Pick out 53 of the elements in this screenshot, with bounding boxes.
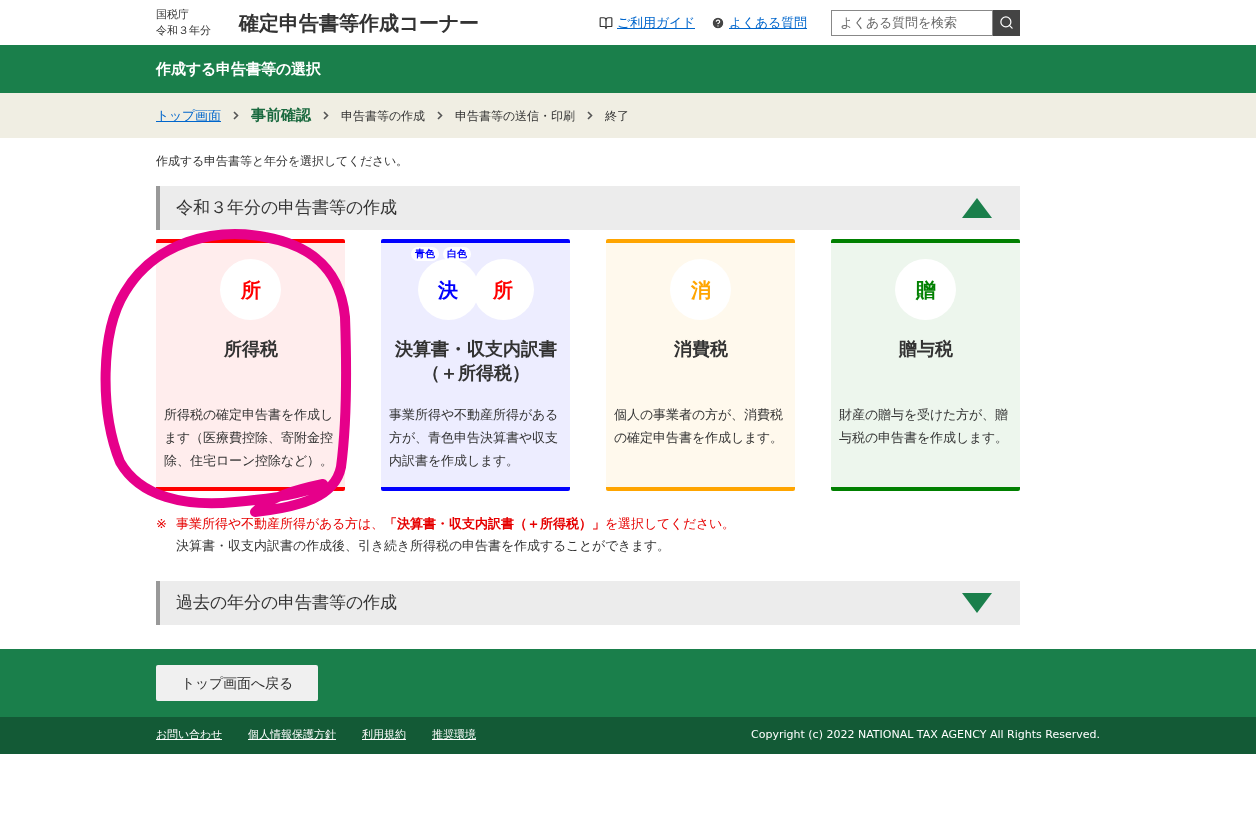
card-description: 財産の贈与を受けた方が、贈与税の申告書を作成します。 — [838, 406, 1009, 447]
site-title: 確定申告書等作成コーナー — [239, 9, 479, 37]
chevron-icon — [233, 111, 239, 120]
warning-text: 事業所得や不動産所得がある方は、「決算書・収支内訳書（＋所得税）」を選択してください。 — [176, 515, 735, 533]
back-button[interactable]: トップ画面へ戻る — [156, 665, 318, 701]
page-title: 作成する申告書等の選択 — [156, 58, 321, 80]
card-title: 贈与税 — [898, 337, 953, 361]
breadcrumb-step: 申告書等の作成 — [341, 106, 425, 125]
breadcrumb-step: 申告書等の送信・印刷 — [455, 106, 575, 125]
search-icon — [999, 15, 1014, 30]
breadcrumb-link[interactable]: トップ画面 — [156, 105, 221, 126]
card-description: 所得税の確定申告書を作成します（医療費控除、寄附金控除、住宅ローン控除など）。 — [163, 406, 334, 470]
card-title: 決算書・収支内訳書（＋所得税） — [393, 337, 558, 385]
chevron-icon — [323, 111, 329, 120]
chevron-icon — [587, 111, 593, 120]
section-title: 令和３年分の申告書等の作成 — [176, 196, 397, 220]
copyright-text: Copyright (c) 2022 NATIONAL TAX AGENCY All Rights Reserved. — [751, 727, 1100, 744]
year-label: 令和３年分 — [156, 22, 211, 39]
section-header[interactable]: 過去の年分の申告書等の作成 — [156, 581, 1020, 625]
tax-card[interactable]: 所 所得税 所得税の確定申告書を作成します（医療費控除、寄附金控除、住宅ローン控除など）。 — [156, 239, 345, 491]
header-link[interactable]: よくある質問 — [729, 12, 807, 33]
agency-name: 国税庁 — [156, 6, 190, 23]
expand-triangle-icon — [962, 593, 992, 613]
header-link[interactable]: ご利用ガイド — [617, 12, 695, 33]
section-title: 過去の年分の申告書等の作成 — [176, 591, 397, 615]
card-description: 個人の事業者の方が、消費税の確定申告書を作成します。 — [613, 406, 784, 447]
intro-text: 作成する申告書等と年分を選択してください。 — [156, 153, 409, 170]
breadcrumb-current: 事前確認 — [251, 105, 311, 127]
search-button[interactable] — [993, 9, 1020, 36]
card-description: 事業所得や不動産所得がある方が、青色申告決算書や収支内訳書を作成します。 — [388, 406, 559, 470]
note-mark: ※ — [156, 515, 168, 533]
footer-link[interactable]: 個人情報保護方針 — [248, 727, 336, 744]
breadcrumb-step: 終了 — [605, 106, 629, 125]
book-icon — [599, 15, 613, 30]
tag-label: 青色 — [410, 247, 439, 261]
tax-card[interactable]: 青色 白色 決 所 決算書・収支内訳書（＋所得税） 事業所得や不動産所得がある方が、青色申告決算書や収支内訳書を作成します。 — [381, 239, 570, 491]
search-field[interactable]: よくある質問を検索 — [831, 9, 993, 36]
tax-icon: 所 — [220, 259, 281, 320]
tax-card[interactable]: 贈 贈与税 財産の贈与を受けた方が、贈与税の申告書を作成します。 — [831, 239, 1020, 491]
collapse-triangle-icon — [962, 198, 992, 218]
footer-link[interactable]: 推奨環境 — [432, 727, 476, 744]
tag-label: 白色 — [442, 247, 471, 261]
note-text: 決算書・収支内訳書の作成後、引き続き所得税の申告書を作成することができます。 — [176, 537, 671, 555]
help-icon — [711, 15, 725, 30]
footer-link[interactable]: 利用規約 — [362, 727, 406, 744]
chevron-icon — [437, 111, 443, 120]
footer-link[interactable]: お問い合わせ — [156, 727, 222, 744]
tax-icon: 消 — [670, 259, 731, 320]
card-title: 消費税 — [673, 337, 728, 361]
tax-card[interactable]: 消 消費税 個人の事業者の方が、消費税の確定申告書を作成します。 — [606, 239, 795, 491]
card-title: 所得税 — [223, 337, 278, 361]
tax-icon: 贈 — [895, 259, 956, 320]
section-header[interactable]: 令和３年分の申告書等の作成 — [156, 186, 1020, 230]
